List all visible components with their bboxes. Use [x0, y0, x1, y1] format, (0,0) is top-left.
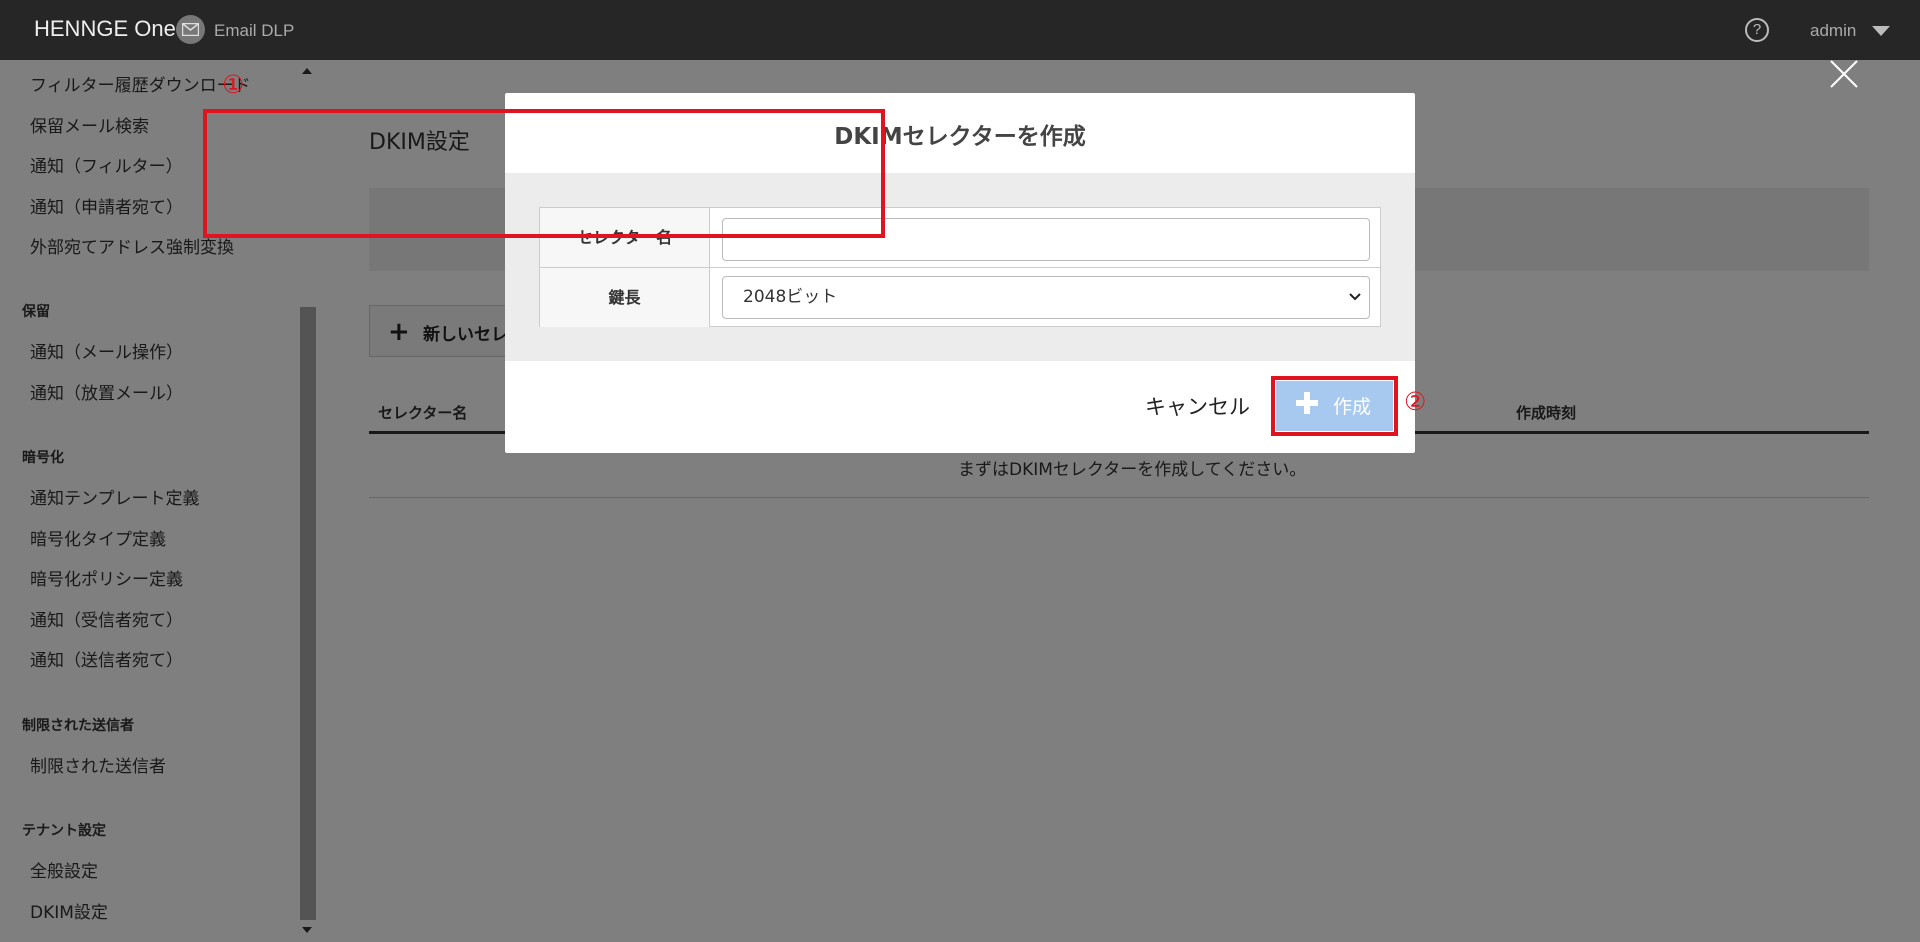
key-length-selected-value: 2048ビット	[743, 287, 838, 307]
plus-icon	[1296, 392, 1318, 414]
henngeone-logo: HENNGE One	[34, 16, 176, 41]
cancel-button[interactable]: キャンセル	[1145, 391, 1250, 421]
close-icon[interactable]	[1828, 58, 1860, 90]
key-length-label: 鍵長	[540, 268, 710, 327]
key-length-select[interactable]: 2048ビット	[722, 276, 1370, 319]
create-button[interactable]: 作成	[1276, 381, 1393, 431]
annotation-highlight-form	[203, 109, 885, 238]
create-button-label: 作成	[1333, 396, 1372, 418]
annotation-number-1: ①	[222, 70, 245, 99]
user-menu[interactable]: admin	[1810, 21, 1856, 41]
mail-icon	[176, 15, 205, 44]
caret-down-icon[interactable]	[1872, 26, 1890, 36]
product-name: Email DLP	[214, 21, 295, 40]
annotation-number-2: ②	[1404, 387, 1427, 416]
chevron-down-icon	[1349, 293, 1361, 301]
top-header: HENNGE One Email DLP ? admin	[0, 0, 1920, 60]
help-icon[interactable]: ?	[1745, 18, 1769, 42]
